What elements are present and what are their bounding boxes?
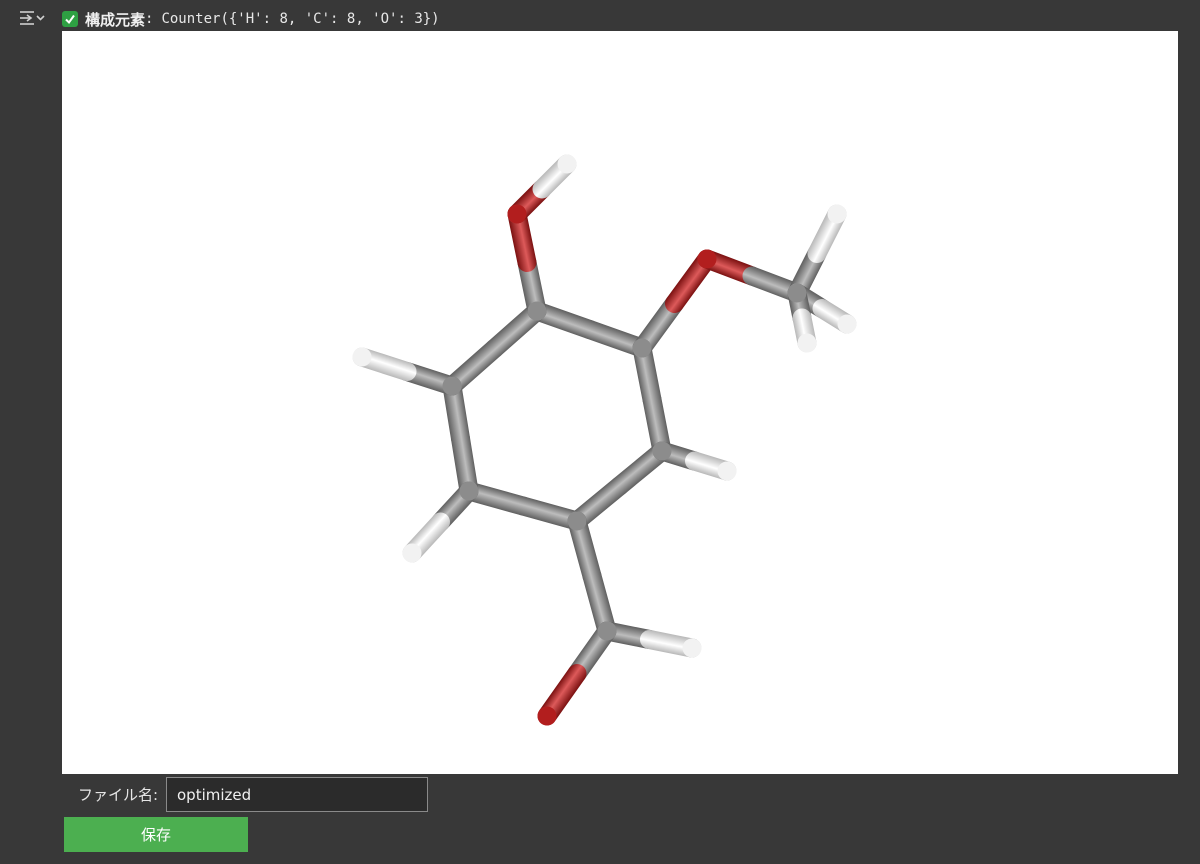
molecule-canvas[interactable] [62, 31, 1178, 774]
atom-h [837, 314, 857, 334]
atom-c [632, 338, 652, 358]
output-value: Counter({'H': 8, 'C': 8, 'O': 3}) [161, 11, 440, 27]
atom-h [827, 204, 847, 224]
atom-c [442, 376, 462, 396]
output-separator: : [145, 11, 154, 27]
atom-c [787, 283, 807, 303]
atom-c [597, 621, 617, 641]
filename-row: ファイル名: [62, 777, 428, 812]
atom-h [352, 347, 372, 367]
notebook-output-area: 構成元素 : Counter({'H': 8, 'C': 8, 'O': 3})… [0, 0, 1200, 864]
atom-o [507, 204, 527, 224]
atom-h [557, 154, 577, 174]
atom-h [402, 543, 422, 563]
filename-input[interactable] [166, 777, 428, 812]
output-header: 構成元素 : Counter({'H': 8, 'C': 8, 'O': 3}) [62, 8, 440, 30]
atom-c [459, 481, 479, 501]
atom-o [697, 249, 717, 269]
atom-c [652, 441, 672, 461]
atom-h [682, 638, 702, 658]
output-label: 構成元素 [85, 10, 146, 29]
atom-c [567, 511, 587, 531]
atom-h [797, 333, 817, 353]
save-button[interactable]: 保存 [64, 817, 248, 852]
molecule-3d-viewer[interactable] [62, 31, 1178, 774]
collapse-output-icon[interactable] [18, 8, 46, 30]
check-icon [62, 11, 78, 27]
filename-label: ファイル名: [77, 786, 158, 804]
atom-o [537, 706, 557, 726]
atom-h [717, 461, 737, 481]
atom-c [527, 301, 547, 321]
